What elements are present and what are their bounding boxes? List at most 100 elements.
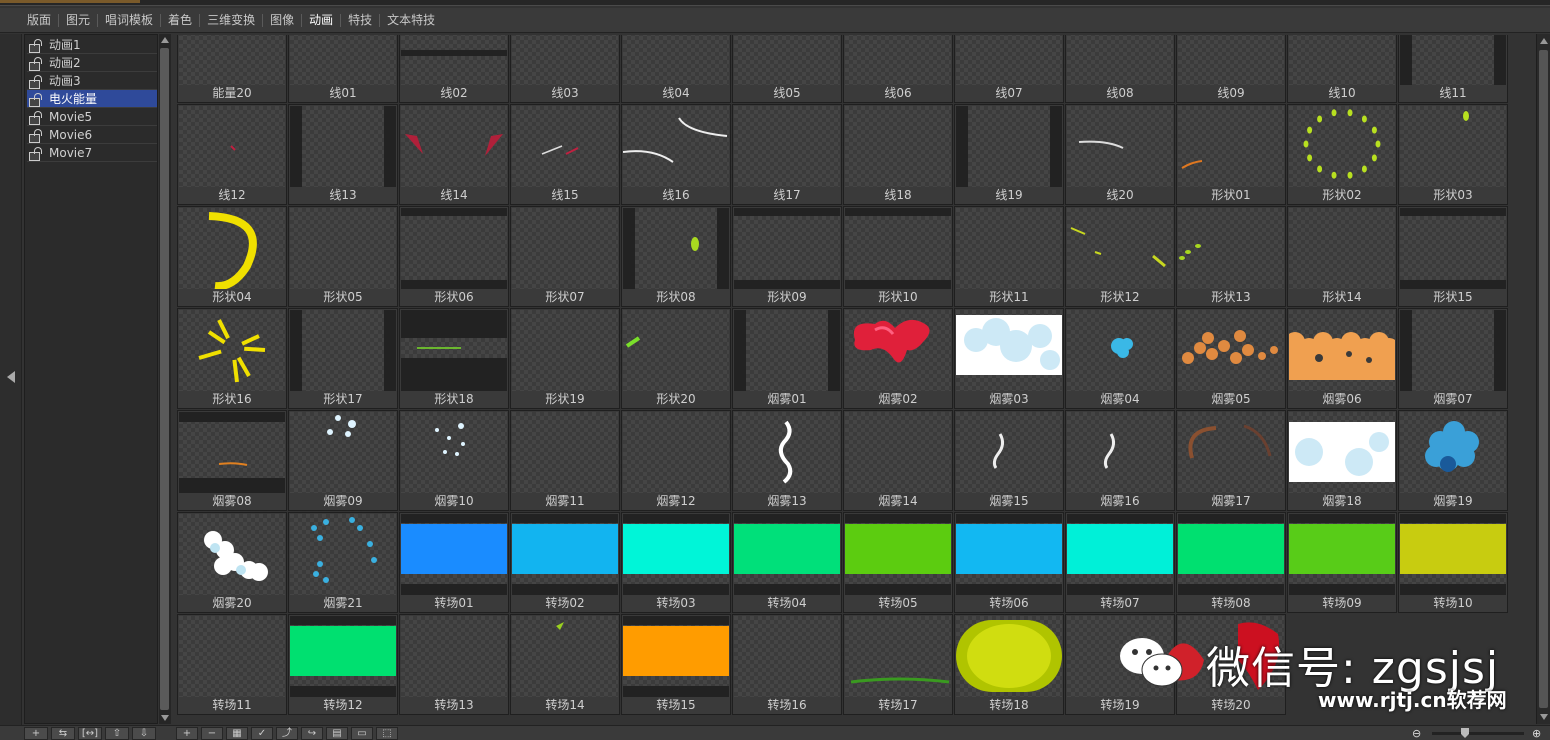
- movie-item[interactable]: 动画3: [27, 72, 157, 90]
- effect-thumbnail[interactable]: 线11: [1398, 35, 1508, 103]
- effect-thumbnail[interactable]: 转场06: [954, 512, 1064, 613]
- effect-thumbnail[interactable]: 烟雾01: [732, 308, 842, 409]
- effect-thumbnail[interactable]: 烟雾05: [1176, 308, 1286, 409]
- movie-item[interactable]: Movie6: [27, 126, 157, 144]
- down-icon[interactable]: ⇩: [132, 727, 156, 740]
- effect-thumbnail[interactable]: 烟雾14: [843, 410, 953, 511]
- effect-thumbnail[interactable]: 线14: [399, 104, 509, 205]
- effect-thumbnail[interactable]: 线02: [399, 35, 509, 103]
- tab-1[interactable]: 图元: [59, 13, 99, 27]
- effect-thumbnail[interactable]: 线09: [1176, 35, 1286, 103]
- effect-thumbnail[interactable]: 线18: [843, 104, 953, 205]
- effect-thumbnail[interactable]: 形状02: [1287, 104, 1397, 205]
- effect-thumbnail[interactable]: 形状07: [510, 206, 620, 307]
- unlock-icon[interactable]: [29, 92, 45, 107]
- zoom-slider-handle[interactable]: [1461, 728, 1469, 738]
- tab-6[interactable]: 动画: [302, 13, 342, 27]
- effect-thumbnail[interactable]: 形状14: [1287, 206, 1397, 307]
- effect-thumbnail[interactable]: 线05: [732, 35, 842, 103]
- effect-thumbnail[interactable]: 转场09: [1287, 512, 1397, 613]
- effect-thumbnail[interactable]: 转场19: [1065, 614, 1175, 715]
- scroll-thumb[interactable]: [1539, 50, 1548, 708]
- tab-8[interactable]: 文本特技: [380, 13, 442, 27]
- effect-thumbnail[interactable]: 形状09: [732, 206, 842, 307]
- effect-thumbnail[interactable]: 形状16: [177, 308, 287, 409]
- zoom-in-icon[interactable]: ⊕: [1532, 727, 1541, 740]
- movie-item[interactable]: 动画1: [27, 36, 157, 54]
- effect-thumbnail[interactable]: 线17: [732, 104, 842, 205]
- scroll-thumb[interactable]: [160, 48, 169, 710]
- scroll-up-icon[interactable]: [1540, 38, 1548, 44]
- effect-thumbnail[interactable]: 线12: [177, 104, 287, 205]
- effect-thumbnail[interactable]: 转场07: [1065, 512, 1175, 613]
- effect-thumbnail[interactable]: 转场16: [732, 614, 842, 715]
- effect-thumbnail[interactable]: 线15: [510, 104, 620, 205]
- effect-thumbnail[interactable]: 转场20: [1176, 614, 1286, 715]
- tab-4[interactable]: 三维变换: [200, 13, 264, 27]
- collapse-strip[interactable]: [0, 34, 22, 726]
- unlock-icon[interactable]: [29, 110, 45, 125]
- effect-thumbnail[interactable]: 形状17: [288, 308, 398, 409]
- effect-thumbnail[interactable]: 转场03: [621, 512, 731, 613]
- movie-item[interactable]: 动画2: [27, 54, 157, 72]
- unlock-icon[interactable]: [29, 38, 45, 53]
- effect-thumbnail[interactable]: 线07: [954, 35, 1064, 103]
- effect-thumbnail[interactable]: 烟雾19: [1398, 410, 1508, 511]
- effect-thumbnail[interactable]: 线19: [954, 104, 1064, 205]
- effect-thumbnail[interactable]: 线10: [1287, 35, 1397, 103]
- effect-thumbnail[interactable]: 转场10: [1398, 512, 1508, 613]
- effect-thumbnail[interactable]: 烟雾09: [288, 410, 398, 511]
- effect-thumbnail[interactable]: 烟雾21: [288, 512, 398, 613]
- effect-thumbnail[interactable]: 转场17: [843, 614, 953, 715]
- effect-thumbnail[interactable]: 烟雾06: [1287, 308, 1397, 409]
- effect-thumbnail[interactable]: 转场08: [1176, 512, 1286, 613]
- effect-thumbnail[interactable]: 转场02: [510, 512, 620, 613]
- effect-thumbnail[interactable]: 线04: [621, 35, 731, 103]
- effect-thumbnail[interactable]: 形状18: [399, 308, 509, 409]
- effect-thumbnail[interactable]: 转场13: [399, 614, 509, 715]
- frame-icon[interactable]: ⬚: [376, 727, 398, 740]
- effect-thumbnail[interactable]: 形状12: [1065, 206, 1175, 307]
- effect-thumbnail[interactable]: 烟雾16: [1065, 410, 1175, 511]
- minus-icon[interactable]: −: [201, 727, 223, 740]
- effect-thumbnail[interactable]: 线03: [510, 35, 620, 103]
- effect-thumbnail[interactable]: 形状01: [1176, 104, 1286, 205]
- scroll-down-icon[interactable]: [1540, 714, 1548, 720]
- grid-icon[interactable]: ▦: [226, 727, 248, 740]
- movie-item[interactable]: 电火能量: [27, 90, 157, 108]
- tab-7[interactable]: 特技: [341, 13, 381, 27]
- effect-thumbnail[interactable]: 转场04: [732, 512, 842, 613]
- effect-thumbnail[interactable]: 形状06: [399, 206, 509, 307]
- export2-icon[interactable]: ▤: [326, 727, 348, 740]
- unlock-icon[interactable]: [29, 128, 45, 143]
- effect-thumbnail[interactable]: 线13: [288, 104, 398, 205]
- collapse-left-icon[interactable]: [7, 371, 15, 383]
- effect-thumbnail[interactable]: 形状03: [1398, 104, 1508, 205]
- tab-2[interactable]: 唱词模板: [98, 13, 162, 27]
- effect-thumbnail[interactable]: 烟雾04: [1065, 308, 1175, 409]
- effect-thumbnail[interactable]: 烟雾10: [399, 410, 509, 511]
- effect-thumbnail[interactable]: 形状20: [621, 308, 731, 409]
- effect-thumbnail[interactable]: 烟雾07: [1398, 308, 1508, 409]
- effect-thumbnail[interactable]: 烟雾17: [1176, 410, 1286, 511]
- effect-thumbnail[interactable]: 线16: [621, 104, 731, 205]
- effect-thumbnail[interactable]: 转场11: [177, 614, 287, 715]
- movie-item[interactable]: Movie5: [27, 108, 157, 126]
- grid-scrollbar[interactable]: [1536, 34, 1550, 724]
- effect-thumbnail[interactable]: 转场05: [843, 512, 953, 613]
- zoom-out-icon[interactable]: ⊖: [1412, 727, 1421, 740]
- plus-icon[interactable]: +: [176, 727, 198, 740]
- effect-thumbnail[interactable]: 转场14: [510, 614, 620, 715]
- effect-thumbnail[interactable]: 形状05: [288, 206, 398, 307]
- effect-thumbnail[interactable]: 线06: [843, 35, 953, 103]
- import-icon[interactable]: ↪: [301, 727, 323, 740]
- effect-thumbnail[interactable]: 转场15: [621, 614, 731, 715]
- effect-thumbnail[interactable]: 能量20: [177, 35, 287, 103]
- scroll-down-icon[interactable]: [161, 715, 169, 721]
- link-icon[interactable]: ⇆: [51, 727, 75, 740]
- effect-thumbnail[interactable]: 烟雾08: [177, 410, 287, 511]
- effect-thumbnail[interactable]: 烟雾15: [954, 410, 1064, 511]
- effect-thumbnail[interactable]: 烟雾03: [954, 308, 1064, 409]
- check-icon[interactable]: ✓: [251, 727, 273, 740]
- effect-thumbnail[interactable]: 线08: [1065, 35, 1175, 103]
